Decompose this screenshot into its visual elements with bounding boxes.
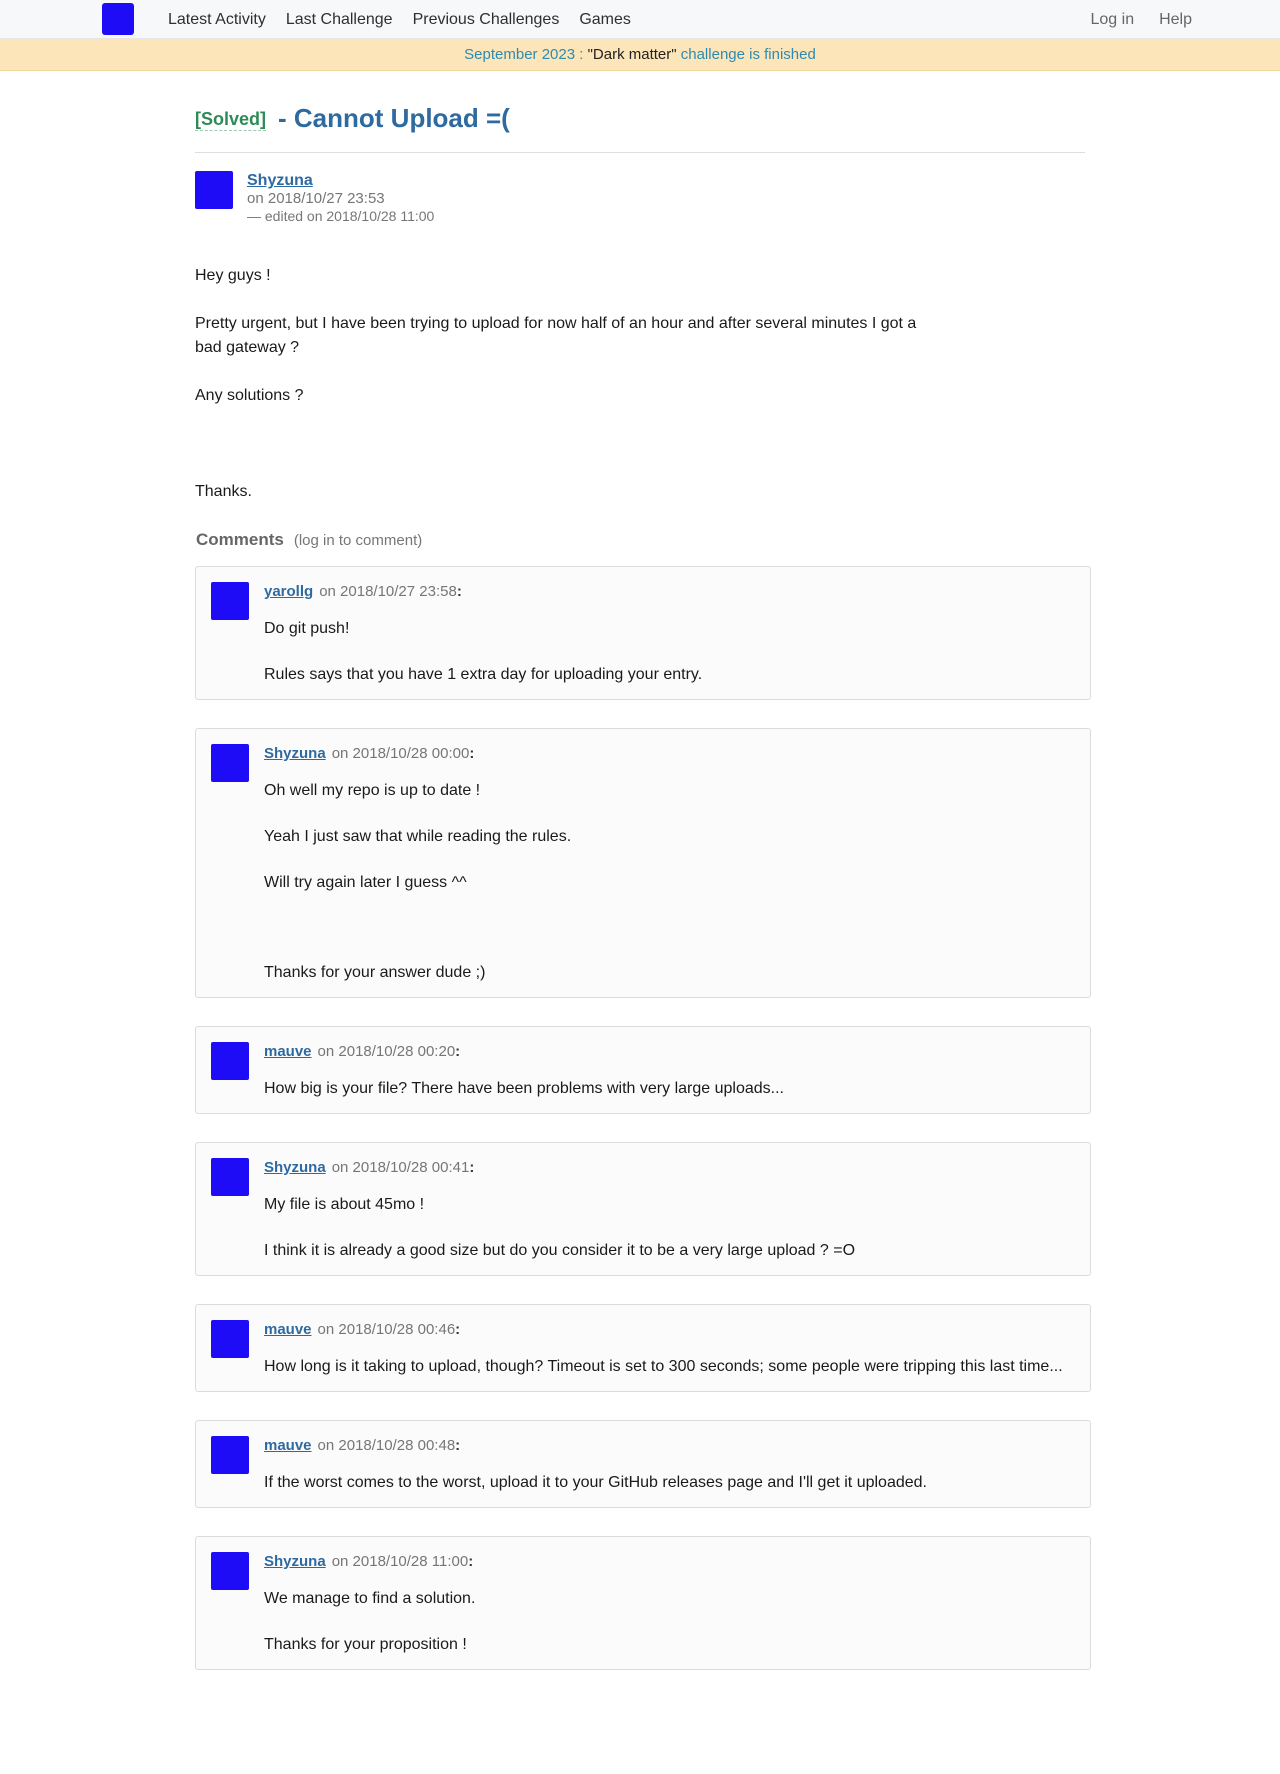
nav-last-challenge[interactable]: Last Challenge: [286, 11, 393, 29]
comment-author-link[interactable]: mauve: [264, 1043, 312, 1060]
post-paragraph: Hey guys !: [195, 267, 271, 284]
comment-date: on 2018/10/27 23:58: [319, 583, 457, 600]
page-title: - Cannot Upload =(: [278, 103, 510, 133]
comment-paragraph: Oh well my repo is up to date !: [264, 782, 481, 799]
post-author: Shyzuna on 2018/10/27 23:53 — edited on …: [195, 171, 1091, 231]
post-date: on 2018/10/27 23:53: [247, 190, 385, 207]
comment: mauve on 2018/10/28 00:20: How big is you…: [195, 1026, 1091, 1114]
comment-paragraph: Rules says that you have 1 extra day for…: [264, 666, 703, 683]
avatar[interactable]: [211, 582, 249, 620]
comment-body: How big is your file? There have been pr…: [264, 1077, 1075, 1101]
comment-paragraph: My file is about 45mo !: [264, 1196, 425, 1213]
post-body: Hey guys ! Pretty urgent, but I have bee…: [195, 264, 935, 504]
comment-author-link[interactable]: Shyzuna: [264, 745, 326, 762]
comment-paragraph: We manage to find a solution.: [264, 1590, 476, 1607]
comment-date: on 2018/10/28 00:48: [317, 1437, 456, 1454]
avatar[interactable]: [211, 1552, 249, 1590]
main-nav: Latest Activity Last Challenge Previous …: [168, 0, 651, 39]
comment-body: How long is it taking to upload, though?…: [264, 1355, 1075, 1379]
nav-games[interactable]: Games: [579, 11, 631, 29]
post-paragraph: Thanks.: [195, 483, 252, 500]
comment-date: on 2018/10/28 11:00: [331, 1553, 469, 1570]
comment-author-link[interactable]: mauve: [264, 1437, 312, 1454]
solved-tag: [Solved]: [195, 109, 267, 131]
top-navbar: Latest Activity Last Challenge Previous …: [0, 0, 1280, 39]
comment-body: Do git push! Rules says that you have 1 …: [264, 617, 1075, 687]
avatar[interactable]: [211, 1320, 249, 1358]
site-logo[interactable]: [102, 3, 134, 35]
comment: yarollg on 2018/10/27 23:58: Do git push!…: [195, 566, 1091, 700]
author-meta: Shyzuna on 2018/10/27 23:53 — edited on …: [247, 171, 434, 231]
post-edited-date: — edited on 2018/10/28 11:00: [247, 208, 435, 224]
comment-body: Oh well my repo is up to date ! Yeah I j…: [264, 779, 1075, 985]
nav-help[interactable]: Help: [1159, 11, 1192, 29]
comment-paragraph: If the worst comes to the worst, upload …: [264, 1474, 927, 1491]
comment-header: mauve on 2018/10/28 00:20:: [264, 1042, 1075, 1062]
comment-date: on 2018/10/28 00:46: [317, 1321, 456, 1338]
comment-header: Shyzuna on 2018/10/28 00:41:: [264, 1158, 1075, 1178]
comment-paragraph: How big is your file? There have been pr…: [264, 1080, 784, 1097]
avatar[interactable]: [195, 171, 233, 209]
comment-header: mauve on 2018/10/28 00:46:: [264, 1320, 1075, 1340]
comment-author-link[interactable]: yarollg: [264, 583, 313, 600]
comment-body: My file is about 45mo ! I think it is al…: [264, 1193, 1075, 1263]
avatar[interactable]: [211, 1436, 249, 1474]
comment-colon: :: [469, 1159, 475, 1176]
comment-body: If the worst comes to the worst, upload …: [264, 1471, 1075, 1495]
nav-latest-activity[interactable]: Latest Activity: [168, 11, 266, 29]
avatar[interactable]: [211, 744, 249, 782]
comment: Shyzuna on 2018/10/28 00:41: My file is a…: [195, 1142, 1091, 1276]
banner-challenge-name: "Dark matter": [587, 46, 677, 63]
avatar[interactable]: [211, 1042, 249, 1080]
comment-date: on 2018/10/28 00:41: [331, 1159, 470, 1176]
comment-colon: :: [455, 1437, 461, 1454]
comment: Shyzuna on 2018/10/28 11:00: We manage to…: [195, 1536, 1091, 1670]
comment-header: Shyzuna on 2018/10/28 11:00:: [264, 1552, 1075, 1572]
user-nav: Log in Help: [1066, 0, 1193, 39]
banner-status-link[interactable]: challenge is finished: [681, 46, 816, 63]
comment-body: We manage to find a solution. Thanks for…: [264, 1587, 1075, 1657]
comment-date: on 2018/10/28 00:20: [317, 1043, 456, 1060]
nav-previous-challenges[interactable]: Previous Challenges: [413, 11, 560, 29]
comment-colon: :: [455, 1321, 461, 1338]
comment-colon: :: [455, 1043, 461, 1060]
comment-colon: :: [456, 583, 462, 600]
comment-author-link[interactable]: Shyzuna: [264, 1159, 326, 1176]
comment-paragraph: Thanks for your proposition !: [264, 1636, 467, 1653]
comment-paragraph: Yeah I just saw that while reading the r…: [264, 828, 572, 845]
comment: Shyzuna on 2018/10/28 00:00: Oh well my r…: [195, 728, 1091, 998]
comment-header: yarollg on 2018/10/27 23:58:: [264, 582, 1075, 602]
banner-date-link[interactable]: September 2023 :: [464, 46, 583, 63]
comment-paragraph: How long is it taking to upload, though?…: [264, 1358, 1063, 1375]
author-name-link[interactable]: Shyzuna: [247, 171, 434, 190]
comment-header: Shyzuna on 2018/10/28 00:00:: [264, 744, 1075, 764]
comment-paragraph: I think it is already a good size but do…: [264, 1242, 856, 1259]
comment: mauve on 2018/10/28 00:46: How long is it…: [195, 1304, 1091, 1392]
avatar[interactable]: [211, 1158, 249, 1196]
post-paragraph: Any solutions ?: [195, 387, 304, 404]
comment-colon: :: [469, 745, 475, 762]
post-paragraph: Pretty urgent, but I have been trying to…: [195, 315, 917, 356]
comment-paragraph: Will try again later I guess ^^: [264, 874, 467, 891]
comment-paragraph: Thanks for your answer dude ;): [264, 964, 486, 981]
nav-log-in[interactable]: Log in: [1091, 11, 1135, 29]
comment-colon: :: [468, 1553, 474, 1570]
comment: mauve on 2018/10/28 00:48: If the worst c…: [195, 1420, 1091, 1508]
title-divider: [195, 152, 1085, 153]
comment-paragraph: Do git push!: [264, 620, 350, 637]
comments-header: Comments (log in to comment): [195, 530, 1091, 552]
comment-header: mauve on 2018/10/28 00:48:: [264, 1436, 1075, 1456]
main-content: [Solved] - Cannot Upload =( Shyzuna on 2…: [195, 71, 1091, 1698]
post-title-row: [Solved] - Cannot Upload =(: [195, 103, 1091, 137]
comments-title: Comments: [196, 530, 284, 549]
comment-author-link[interactable]: Shyzuna: [264, 1553, 326, 1570]
comment-author-link[interactable]: mauve: [264, 1321, 312, 1338]
comments-login-hint: (log in to comment): [293, 532, 423, 549]
challenge-banner: September 2023 : "Dark matter" challenge…: [0, 39, 1280, 71]
comment-date: on 2018/10/28 00:00: [331, 745, 470, 762]
